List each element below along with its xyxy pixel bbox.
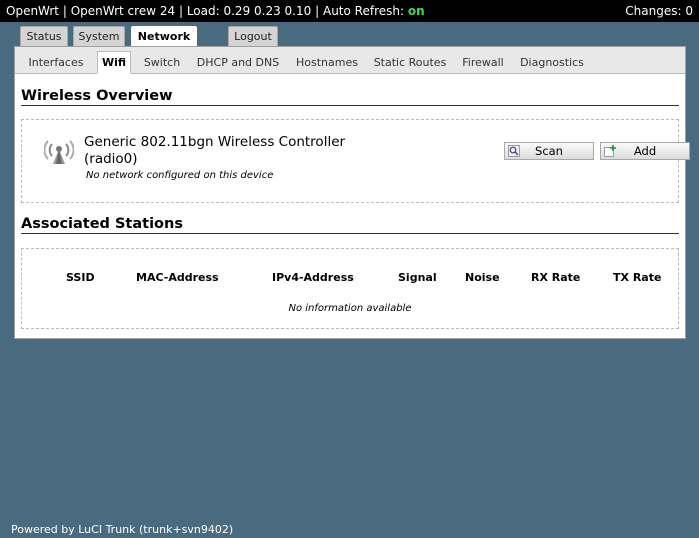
auto-refresh-label: Auto Refresh: — [322, 4, 405, 18]
separator: | — [62, 4, 67, 18]
tab-logout[interactable]: Logout — [228, 26, 278, 46]
wireless-device-box: Generic 802.11bgn Wireless Controller (r… — [21, 119, 690, 203]
subtab-hostnames[interactable]: Hostnames — [294, 52, 360, 73]
wireless-overview-heading: Wireless Overview — [21, 88, 679, 106]
auto-refresh-toggle[interactable]: on — [408, 4, 425, 18]
tab-network[interactable]: Network — [131, 26, 197, 47]
release-name: OpenWrt crew 24 — [70, 4, 176, 18]
add-label: Add — [633, 144, 657, 158]
hostname: OpenWrt — [6, 4, 60, 18]
sub-menu: Interfaces Wifi Switch DHCP and DNS Host… — [15, 47, 685, 74]
load-label: Load: — [186, 4, 220, 18]
load-value: 0.29 0.23 0.10 — [223, 4, 312, 18]
device-note: No network configured on this device — [86, 170, 274, 181]
scan-label: Scan — [535, 144, 563, 158]
column-header-rx-rate: RX Rate — [531, 271, 581, 284]
subtab-switch[interactable]: Switch — [142, 52, 182, 73]
changes-count: 0 — [685, 4, 693, 18]
column-header-mac: MAC-Address — [136, 271, 219, 284]
content-panel: Interfaces Wifi Switch DHCP and DNS Host… — [14, 46, 690, 339]
column-header-tx-rate: TX Rate — [613, 271, 662, 284]
subtab-static-routes[interactable]: Static Routes — [373, 52, 447, 73]
column-header-signal: Signal — [398, 271, 437, 284]
associated-stations-heading: Associated Stations — [21, 216, 679, 234]
add-icon — [604, 145, 616, 157]
scan-button[interactable]: Scan — [504, 142, 594, 160]
subtab-dhcp-dns[interactable]: DHCP and DNS — [195, 52, 281, 73]
separator: | — [178, 4, 183, 18]
wireless-antenna-icon — [44, 140, 74, 164]
scan-icon — [508, 145, 520, 157]
separator: | — [315, 4, 320, 18]
changes-indicator[interactable]: Changes: 0 — [625, 0, 693, 22]
subtab-diagnostics[interactable]: Diagnostics — [519, 52, 585, 73]
column-header-noise: Noise — [465, 271, 500, 284]
stations-table: SSID MAC-Address IPv4-Address Signal Noi… — [21, 248, 679, 329]
device-title: Generic 802.11bgn Wireless Controller (r… — [84, 134, 345, 168]
no-information-message: No information available — [288, 303, 412, 314]
tab-system[interactable]: System — [73, 26, 125, 46]
column-header-ssid: SSID — [66, 271, 95, 284]
add-button[interactable]: Add — [600, 142, 690, 160]
subtab-interfaces[interactable]: Interfaces — [23, 52, 89, 73]
changes-label: Changes: — [625, 4, 682, 18]
column-header-ipv4: IPv4-Address — [272, 271, 354, 284]
device-name: Generic 802.11bgn Wireless Controller — [84, 134, 346, 150]
footer-credits[interactable]: Powered by LuCI Trunk (trunk+svn9402) — [11, 523, 233, 536]
device-id: (radio0) — [84, 151, 138, 167]
top-status-bar: OpenWrt | OpenWrt crew 24 | Load: 0.29 0… — [0, 0, 699, 22]
subtab-wifi[interactable]: Wifi — [97, 51, 131, 74]
subtab-firewall[interactable]: Firewall — [460, 52, 506, 73]
tab-status[interactable]: Status — [20, 26, 68, 46]
